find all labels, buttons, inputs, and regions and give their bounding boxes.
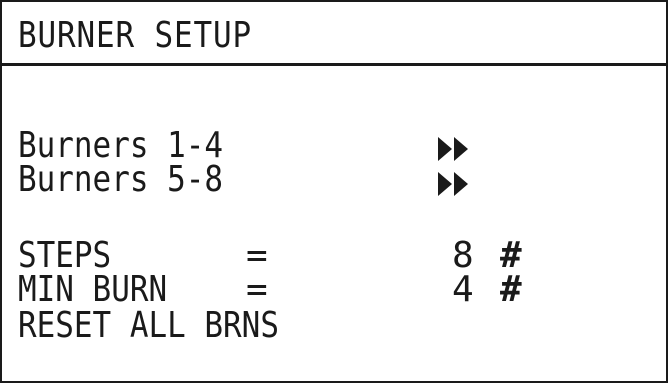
menu-item-burners-5-8[interactable]: Burners 5-8 <box>18 162 223 198</box>
double-arrow-right-icon[interactable] <box>438 172 482 196</box>
reset-all-burners-label: RESET ALL BRNS <box>18 305 279 346</box>
double-arrow-right-icon[interactable] <box>438 137 482 161</box>
title-divider <box>2 63 668 66</box>
screen-title: BURNER SETUP <box>18 15 253 56</box>
display-screen: BURNER SETUP Burners 1-4 Burners 5-8 STE… <box>0 0 668 383</box>
min-burn-unit: # <box>500 269 522 310</box>
min-burn-label: MIN BURN <box>18 269 168 310</box>
min-burn-row[interactable]: MIN BURN <box>18 272 248 308</box>
min-burn-equals: = <box>246 269 268 310</box>
reset-all-burners-row[interactable]: RESET ALL BRNS <box>18 308 321 344</box>
min-burn-value[interactable]: 4 <box>452 272 474 308</box>
